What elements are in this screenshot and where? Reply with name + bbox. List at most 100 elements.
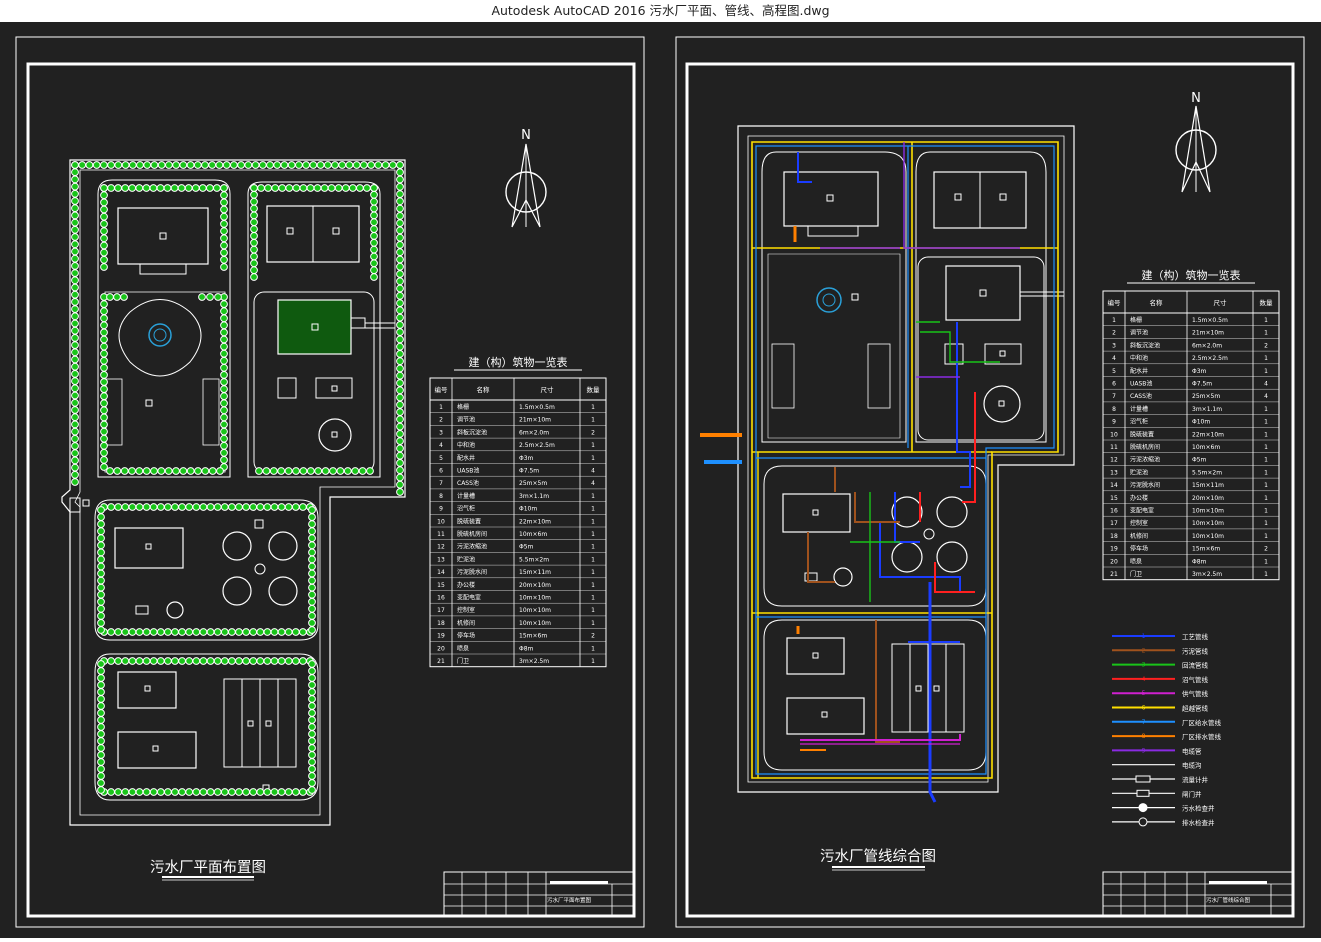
tree-symbol — [363, 184, 371, 192]
tree-symbol — [215, 161, 224, 169]
table-cell: Φ7.5m — [519, 468, 539, 475]
tree-symbol — [142, 657, 151, 665]
tree-symbol — [278, 184, 287, 192]
table-cell: 1 — [591, 531, 595, 538]
tree-symbol — [331, 161, 339, 169]
tree-symbol — [308, 667, 316, 675]
table-cell: 13 — [1110, 469, 1118, 476]
tree-symbol — [156, 657, 165, 665]
tree-symbol — [128, 788, 137, 796]
table-cell: 8 — [439, 493, 443, 500]
table-cell: 13 — [437, 556, 445, 563]
left-drawing-sheet[interactable] — [15, 36, 645, 928]
tree-symbol — [250, 204, 258, 213]
table-cell: 5.5m×2m — [1192, 469, 1222, 476]
tree-symbol — [228, 503, 236, 511]
tree-symbol — [351, 467, 360, 475]
tree-symbol — [291, 628, 300, 636]
tree-symbol — [97, 730, 105, 738]
north-arrow-right — [1175, 105, 1217, 193]
tree-symbol — [308, 513, 316, 522]
legend-number: 4 — [1142, 676, 1146, 683]
table-header-cell: 数量 — [1260, 298, 1274, 307]
tree-symbol — [396, 386, 404, 395]
legend-label: 供气管线 — [1182, 689, 1209, 698]
tree-symbol — [100, 342, 108, 351]
tree-symbol — [396, 248, 404, 257]
table-cell: 中和池 — [1130, 354, 1148, 362]
tree-symbol — [171, 788, 179, 796]
tree-symbol — [71, 362, 79, 371]
drawing-canvas[interactable]: N 污水厂平面布置图 污水厂平面布置图 建（构）筑物一览表 编号 名称 尺寸 数量 1 格栅… — [0, 22, 1321, 938]
table-cell: UASB池 — [1130, 380, 1152, 388]
tree-symbol — [316, 161, 325, 169]
table-cell: 1 — [1264, 495, 1268, 502]
block-bottom — [69, 497, 319, 801]
table-cell: 22m×10m — [519, 518, 551, 525]
tree-symbol — [164, 657, 172, 665]
tree-symbol — [71, 161, 79, 169]
tree-symbol — [97, 576, 105, 585]
table-cell: 9 — [1112, 419, 1116, 426]
tree-symbol — [97, 612, 105, 620]
table-cell: 贮泥池 — [1130, 468, 1148, 476]
tree-symbol — [198, 184, 207, 192]
tree-symbol — [285, 184, 294, 192]
table-cell: 1 — [1264, 571, 1268, 578]
tree-symbol — [71, 247, 79, 256]
tree-symbol — [220, 349, 228, 358]
tree-symbol — [250, 252, 258, 261]
tree-symbol — [230, 161, 238, 169]
tree-symbol — [97, 626, 105, 634]
tree-symbol — [191, 184, 200, 192]
legend-number: 3 — [1142, 662, 1146, 669]
tree-symbol — [121, 161, 130, 169]
tree-symbol — [256, 657, 265, 665]
tree-symbol — [396, 270, 404, 278]
tree-symbol — [277, 503, 286, 511]
tree-symbol — [255, 467, 263, 475]
table-cell: 3m×1.1m — [1192, 406, 1222, 413]
tree-symbol — [220, 300, 228, 309]
table-cell: 15m×11m — [1192, 482, 1224, 489]
table-cell: 7 — [439, 480, 443, 487]
table-cell: 1 — [1264, 444, 1268, 451]
tree-symbol — [299, 628, 307, 636]
cad-model-space[interactable]: N 污水厂平面布置图 污水厂平面布置图 建（构）筑物一览表编号 名称 尺寸 数量1 格栅… — [0, 22, 1321, 938]
tree-symbol — [97, 702, 105, 710]
tree-symbol — [185, 503, 194, 511]
tree-symbol — [308, 744, 316, 752]
tree-symbol — [128, 161, 137, 169]
table-cell: 脱硫装置 — [1130, 430, 1154, 438]
tree-symbol — [97, 562, 105, 571]
table-cell: 计量槽 — [457, 492, 475, 500]
tree-symbol — [309, 161, 318, 169]
tree-symbol — [291, 657, 300, 665]
tree-symbol — [100, 212, 108, 221]
tree-symbol — [100, 227, 108, 236]
table-cell: 1 — [1264, 508, 1268, 515]
tree-symbol — [71, 427, 79, 436]
tree-symbol — [71, 341, 79, 350]
tree-symbol — [149, 657, 158, 665]
tree-symbol — [291, 503, 300, 511]
table-cell: 15m×6m — [1192, 546, 1220, 553]
table-cell: 3m×2.5m — [519, 658, 549, 665]
tree-symbol — [100, 441, 108, 450]
tree-symbol — [396, 415, 404, 424]
legend-label: 电缆沟 — [1182, 761, 1202, 770]
tree-symbol — [235, 657, 243, 665]
tree-symbol — [100, 448, 108, 457]
tree-symbol — [100, 314, 108, 323]
table-cell: 21m×10m — [519, 417, 551, 424]
right-title-block-name: 污水厂管线综合图 — [1206, 896, 1251, 904]
tree-symbol — [308, 520, 316, 529]
tree-symbol — [370, 273, 378, 281]
tree-symbol — [308, 590, 316, 599]
tree-symbol — [249, 788, 258, 796]
tree-symbol — [220, 184, 228, 192]
tree-symbol — [284, 657, 293, 665]
tree-symbol — [220, 456, 228, 464]
table-cell: 1 — [1264, 469, 1268, 476]
legend-label: 流量计井 — [1182, 775, 1209, 784]
